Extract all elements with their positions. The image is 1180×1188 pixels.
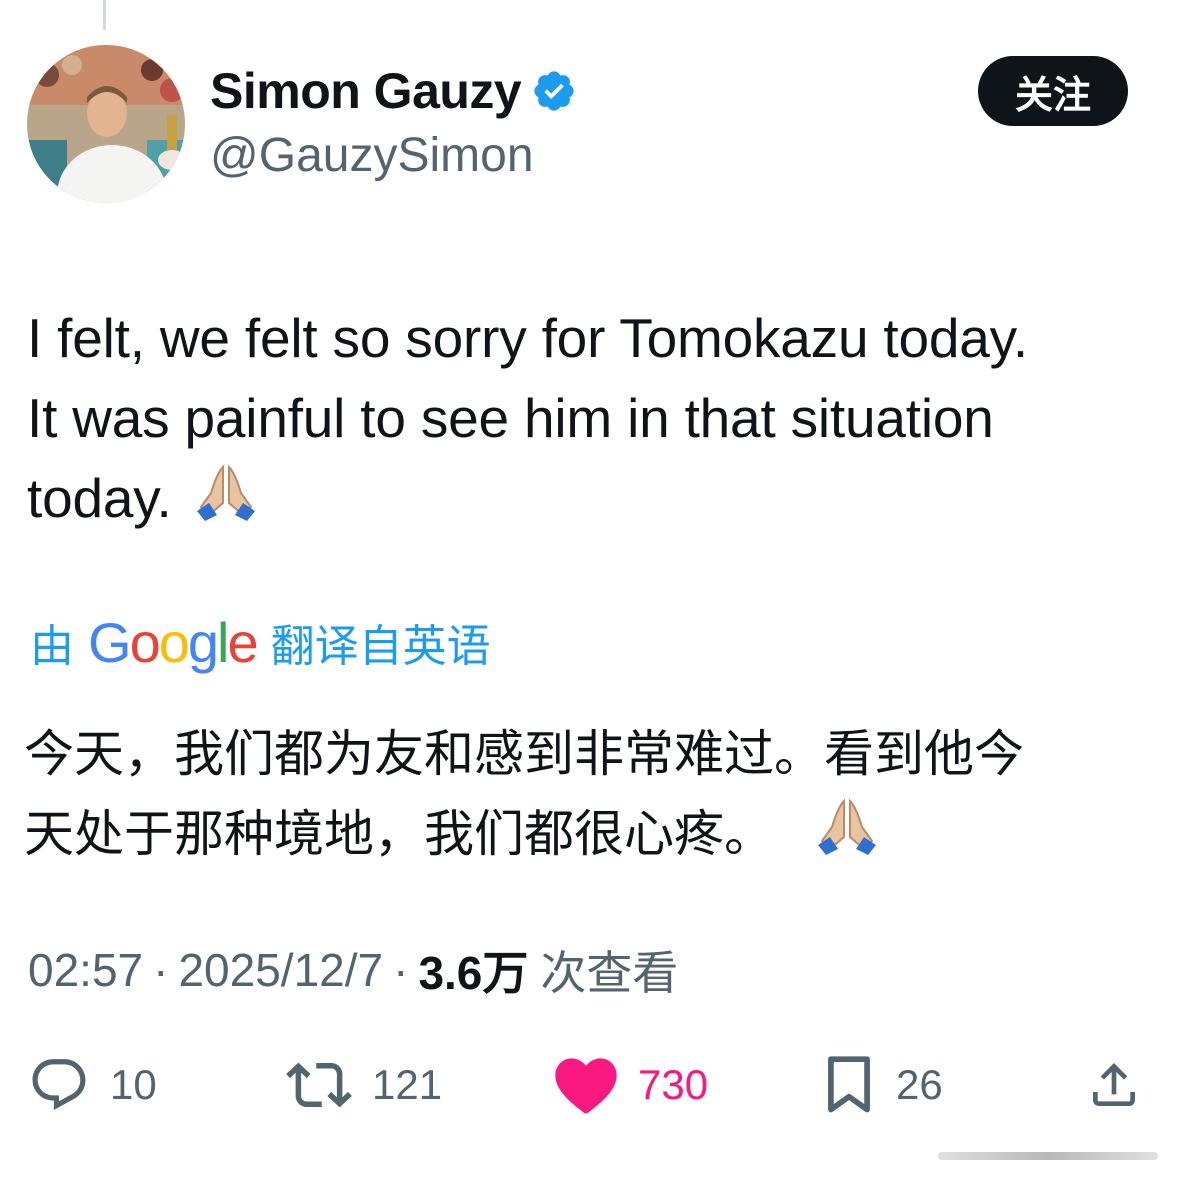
retweet-icon (286, 1062, 352, 1108)
reply-icon (32, 1059, 86, 1111)
translation-suffix: 翻译自英语 (270, 621, 491, 672)
share-icon (1093, 1063, 1135, 1106)
reply-button[interactable]: 10 (28, 1050, 157, 1120)
retweet-button[interactable]: 121 (286, 1050, 442, 1120)
bookmark-count: 26 (896, 1061, 943, 1108)
verified-badge-icon (531, 68, 577, 114)
reply-count: 10 (110, 1061, 157, 1108)
tweet-text: I felt, we felt so sorry for Tomokazu to… (27, 298, 1167, 544)
folded-hands-icon (193, 463, 259, 544)
translated-text: 今天，我们都为友和感到非常难过。看到他今 天处于那种境地，我们都很心疼。 (24, 714, 1144, 880)
translated-line-text: 天处于那种境地，我们都很心疼。 (24, 805, 774, 863)
heart-icon (555, 1058, 617, 1114)
retweet-count: 121 (372, 1061, 443, 1108)
avatar[interactable] (27, 45, 185, 203)
translation-attribution[interactable]: 由 Google 翻译自英语 (30, 610, 491, 674)
bookmark-icon (828, 1056, 870, 1113)
avatar-photo (27, 45, 185, 203)
like-button[interactable]: 730 (554, 1050, 708, 1120)
author-handle[interactable]: @GauzySimon (210, 128, 534, 183)
action-bar: 10 121 730 26 (0, 1050, 1180, 1120)
share-button[interactable] (1086, 1050, 1142, 1120)
tweet-line-text: today. (27, 467, 172, 529)
google-logo: Google (88, 610, 259, 674)
tweet-line: I felt, we felt so sorry for Tomokazu to… (27, 307, 1028, 369)
bookmark-button[interactable]: 26 (822, 1050, 943, 1120)
translation-prefix: 由 (30, 621, 74, 672)
tweet-meta: 02:57 · 2025/12/7 · 3.6万 次查看 (28, 938, 678, 1002)
author-name-row: Simon Gauzy (210, 60, 577, 122)
thread-connector-line (103, 0, 106, 30)
view-count[interactable]: 3.6万 (418, 937, 528, 1003)
translated-line: 今天，我们都为友和感到非常难过。看到他今 (24, 725, 1024, 783)
folded-hands-icon (814, 797, 880, 880)
meta-separator: · (393, 944, 409, 996)
tweet-time[interactable]: 02:57 (28, 943, 143, 997)
meta-separator: · (153, 944, 169, 996)
like-count: 730 (638, 1061, 709, 1108)
tweet-line: today. (27, 458, 1167, 544)
home-indicator (938, 1152, 1158, 1160)
translated-line: 天处于那种境地，我们都很心疼。 (24, 794, 1144, 880)
display-name[interactable]: Simon Gauzy (210, 62, 522, 120)
tweet-date[interactable]: 2025/12/7 (178, 943, 383, 997)
follow-button[interactable]: 关注 (978, 56, 1128, 126)
view-count-label: 次查看 (540, 946, 679, 1000)
tweet-line: It was painful to see him in that situat… (27, 387, 994, 449)
